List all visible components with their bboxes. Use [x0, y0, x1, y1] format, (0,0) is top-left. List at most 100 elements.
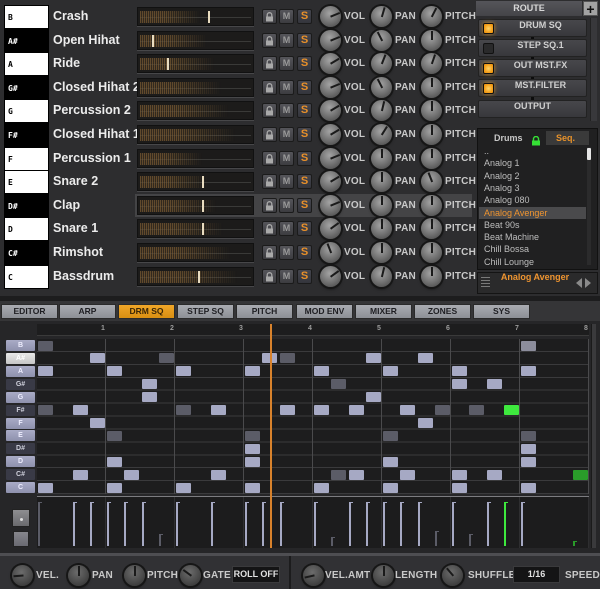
instrument-name[interactable]: Closed Hihat 2 [53, 80, 140, 94]
note-on[interactable] [314, 405, 329, 416]
lock-button[interactable] [262, 174, 277, 190]
piano-key[interactable]: G [4, 99, 49, 124]
pan-knob[interactable] [371, 147, 392, 169]
pitch-knob[interactable] [421, 6, 442, 27]
grid-row-key[interactable]: F# [6, 404, 35, 416]
solo-button[interactable]: S [297, 56, 312, 72]
instrument-row[interactable]: E Snare 2 M S VOL PAN PITCH [0, 170, 476, 195]
note-on[interactable] [279, 405, 295, 416]
note-on[interactable] [417, 418, 433, 429]
mute-button[interactable]: M [279, 245, 294, 260]
preset-item[interactable]: .. [479, 145, 586, 157]
velocity-bar[interactable] [503, 502, 508, 546]
piano-key[interactable]: A# [4, 28, 49, 53]
note-mid[interactable] [521, 340, 536, 351]
note-on[interactable] [141, 392, 157, 403]
solo-button[interactable]: S [297, 174, 312, 190]
led-toggle[interactable] [483, 43, 494, 54]
velocity-bar[interactable] [469, 534, 474, 546]
preset-item[interactable]: Analog Avenger [479, 206, 586, 219]
lock-button[interactable] [262, 9, 277, 24]
pan-knob[interactable] [371, 6, 392, 27]
waveform-display[interactable] [137, 125, 254, 144]
pan-knob[interactable] [371, 29, 392, 51]
length-knob[interactable] [373, 565, 394, 586]
note-on[interactable] [348, 469, 364, 480]
route-add-button[interactable]: + [583, 1, 598, 16]
pan-knob[interactable] [68, 565, 89, 586]
instrument-row[interactable]: C Bassdrum M S VOL PAN PITCH [0, 264, 476, 289]
tab-sys[interactable]: SYS [473, 304, 530, 319]
velocity-bar[interactable] [262, 502, 267, 546]
waveform-display[interactable] [137, 54, 254, 74]
solo-button[interactable]: S [297, 150, 312, 166]
note-on[interactable] [383, 456, 398, 467]
waveform-display[interactable] [137, 101, 254, 121]
pitch-knob[interactable] [421, 53, 442, 75]
vel-amt-knob[interactable] [303, 565, 324, 586]
mute-button[interactable]: M [279, 32, 294, 48]
velocity-bar[interactable] [158, 534, 163, 546]
lock-button[interactable] [262, 32, 277, 48]
shuffle-knob[interactable] [442, 565, 463, 586]
mute-button[interactable]: M [279, 9, 294, 24]
note-on[interactable] [348, 405, 364, 416]
velocity-bar[interactable] [210, 502, 215, 546]
lock-button[interactable] [262, 56, 277, 72]
velocity-bar[interactable] [279, 502, 284, 546]
solo-button[interactable]: S [297, 268, 312, 284]
note-on[interactable] [452, 379, 467, 390]
pitch-knob[interactable] [421, 124, 442, 145]
note-on[interactable] [365, 392, 381, 403]
note-on[interactable] [210, 469, 226, 480]
pitch-knob[interactable] [421, 242, 442, 263]
note-dim[interactable] [245, 430, 260, 441]
vol-knob[interactable] [320, 124, 341, 145]
tab-arp[interactable]: ARP [59, 304, 116, 319]
pitch-knob[interactable] [421, 76, 442, 98]
note-on[interactable] [383, 482, 398, 493]
solo-button[interactable]: S [297, 103, 312, 119]
vol-knob[interactable] [320, 171, 341, 193]
note-on[interactable] [245, 366, 260, 377]
velocity-bar[interactable] [314, 502, 318, 546]
solo-button[interactable]: S [297, 79, 312, 95]
piano-key[interactable]: D [4, 217, 49, 242]
route-item-mst-filter[interactable]: MST.FILTER [478, 79, 587, 97]
instrument-row[interactable]: C# Rimshot M S VOL PAN PITCH [0, 241, 476, 265]
piano-key[interactable]: E [4, 170, 49, 195]
instrument-name[interactable]: Ride [53, 56, 80, 70]
preset-item[interactable]: Analog 3 [479, 182, 586, 194]
vol-knob[interactable] [320, 6, 341, 27]
browser-scroll-thumb[interactable] [587, 148, 591, 160]
instrument-name[interactable]: Crash [53, 9, 88, 23]
lock-button[interactable] [262, 103, 277, 119]
note-dim[interactable] [279, 353, 295, 364]
pan-knob[interactable] [371, 242, 392, 263]
grid-row-key[interactable]: B [6, 340, 35, 351]
tab-zones[interactable]: ZONES [414, 304, 471, 319]
paint-tool-button[interactable] [13, 531, 29, 547]
pan-knob[interactable] [371, 53, 392, 75]
led-toggle[interactable] [483, 83, 494, 94]
instrument-row[interactable]: D# Clap M S VOL PAN PITCH [0, 193, 476, 218]
grid-row-key[interactable]: D# [6, 443, 35, 455]
select-tool-button[interactable] [12, 509, 30, 527]
waveform-display[interactable] [137, 30, 254, 50]
note-on[interactable] [417, 353, 433, 364]
velocity-bar[interactable] [331, 537, 336, 546]
pan-knob[interactable] [371, 124, 392, 145]
preset-item[interactable]: Analog 2 [479, 170, 586, 182]
instrument-name[interactable]: Percussion 2 [53, 103, 131, 117]
instrument-row[interactable]: B Crash M S VOL PAN PITCH [0, 5, 476, 29]
waveform-display[interactable] [137, 219, 254, 239]
mute-button[interactable]: M [279, 56, 294, 72]
note-on[interactable] [521, 443, 536, 454]
waveform-display[interactable] [137, 148, 254, 168]
waveform-display[interactable] [137, 243, 254, 262]
note-on[interactable] [176, 366, 191, 377]
note-on[interactable] [38, 482, 53, 493]
grid-row-key[interactable]: A [6, 365, 35, 377]
next-preset-icon[interactable] [585, 278, 591, 288]
velocity-bar[interactable] [400, 502, 405, 546]
